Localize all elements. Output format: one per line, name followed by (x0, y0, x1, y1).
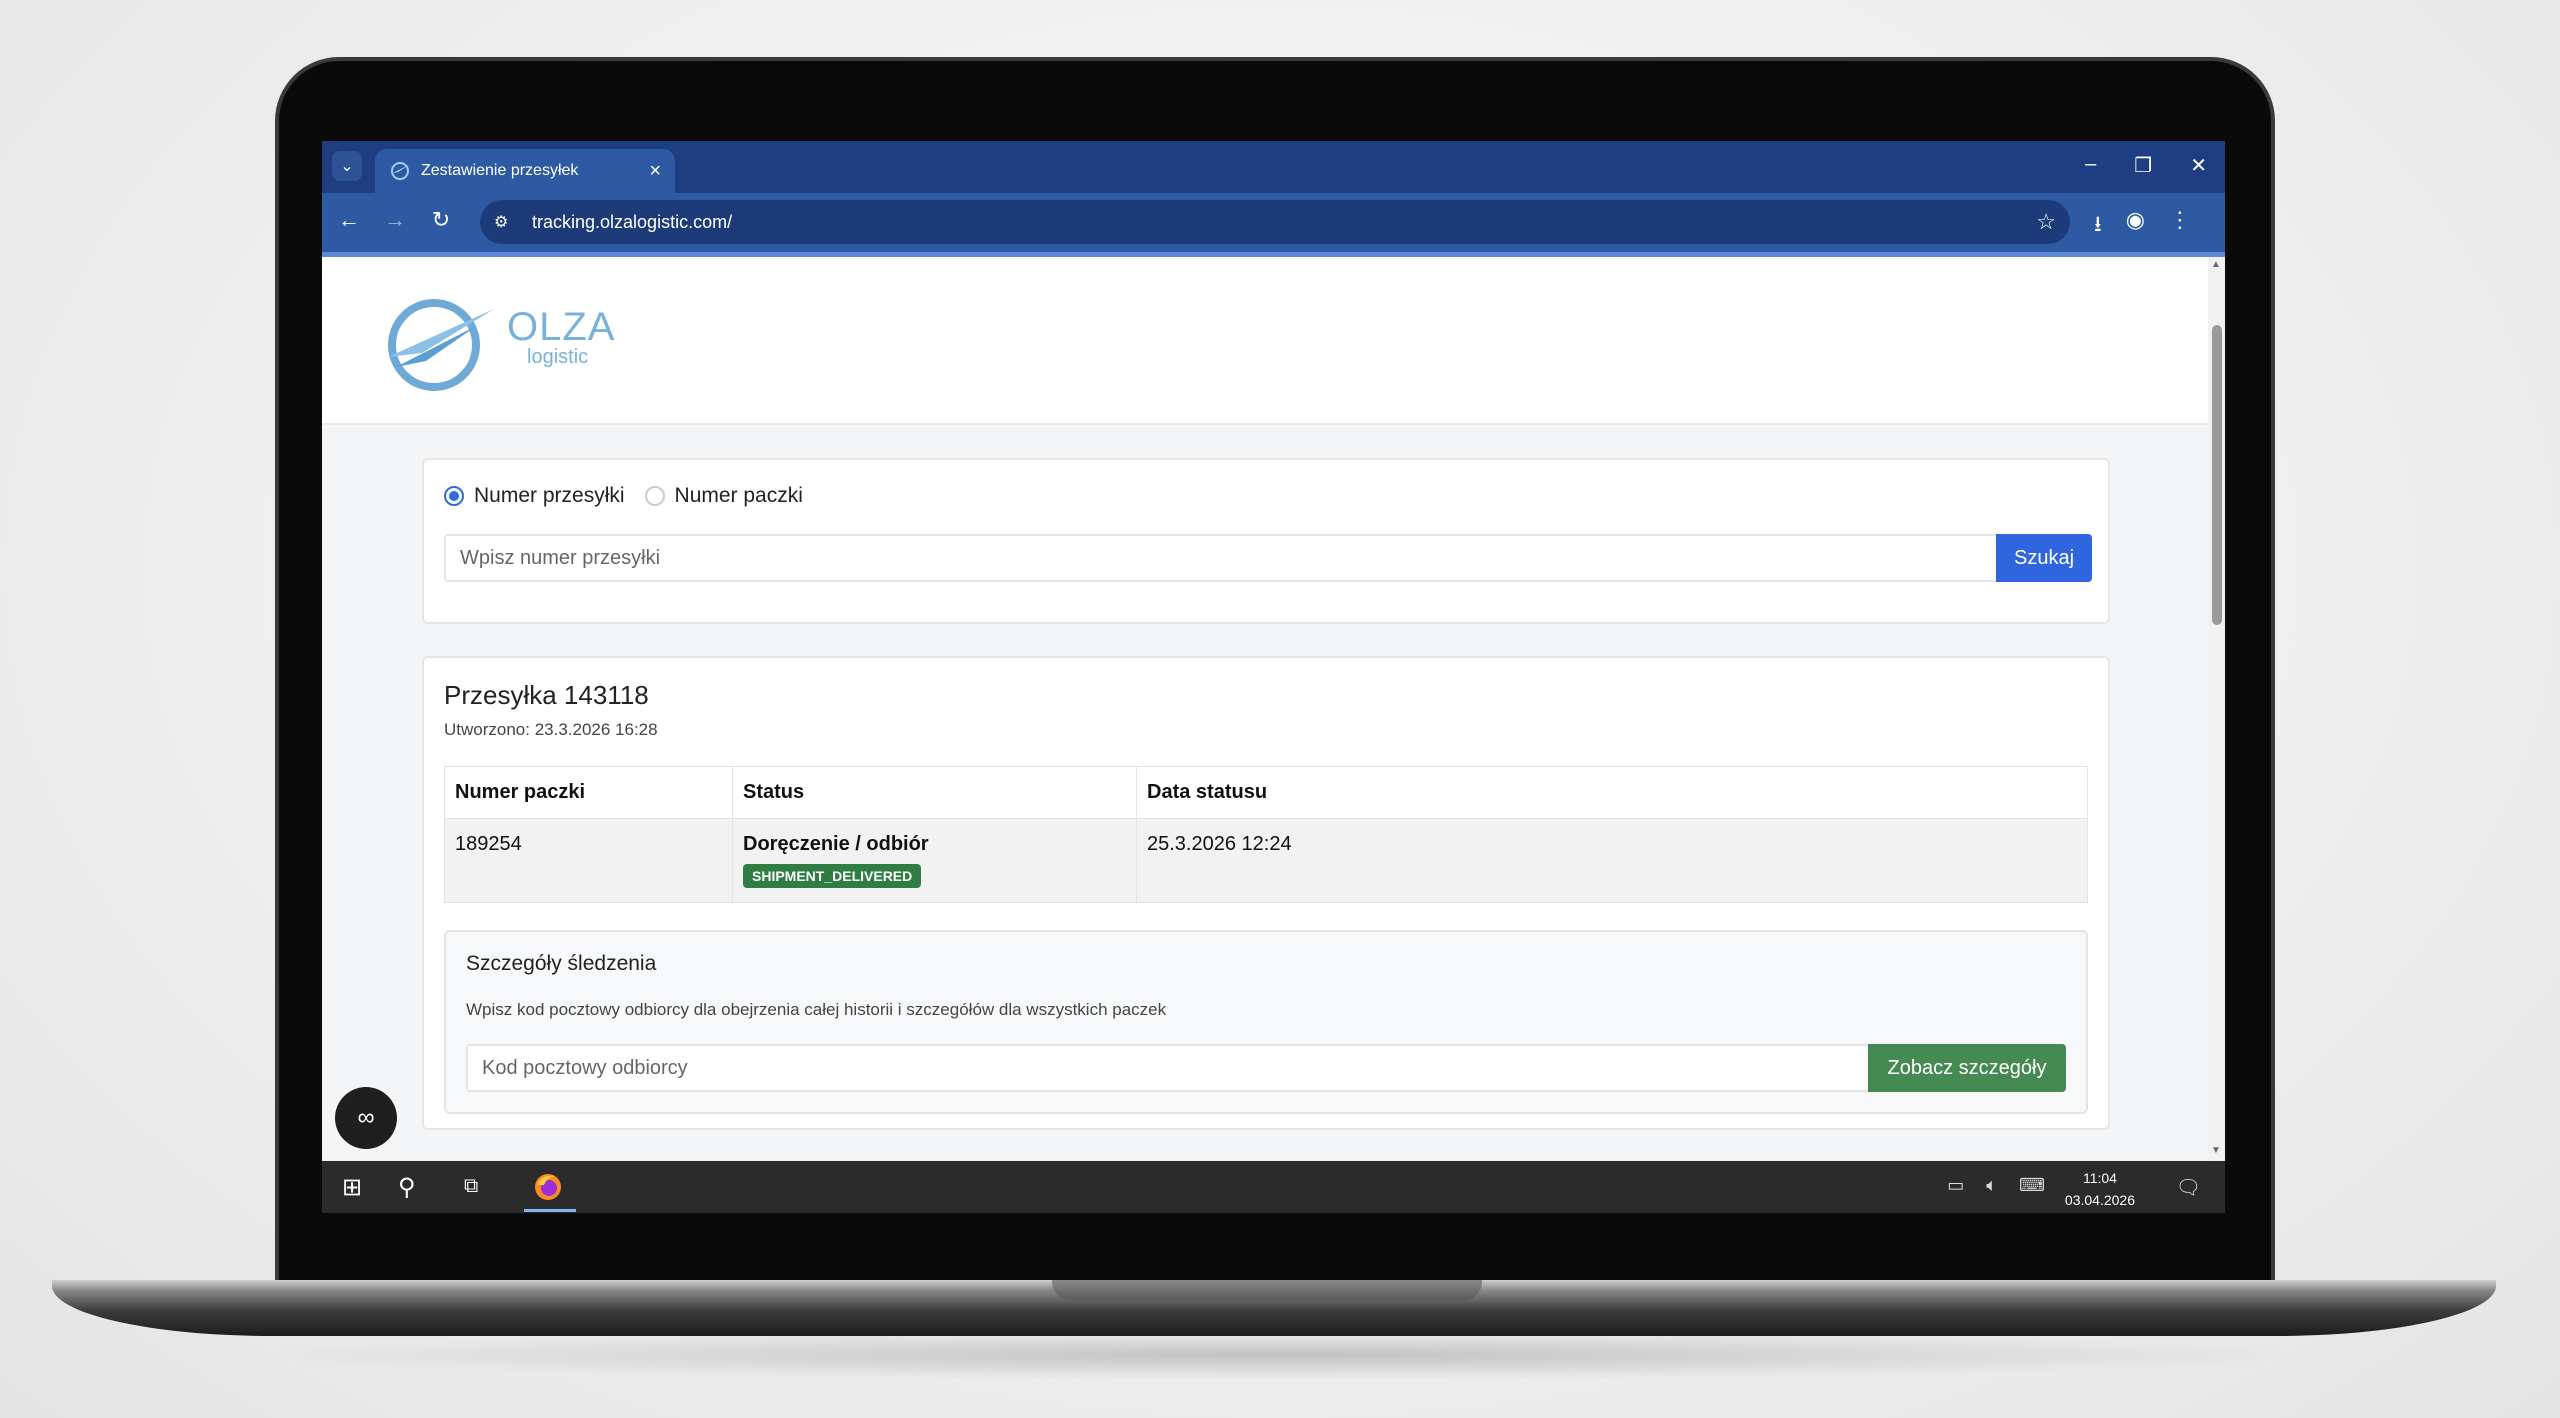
close-icon[interactable]: × (649, 160, 661, 183)
link-icon[interactable]: ∞ (335, 1087, 397, 1149)
status-cell: Doręczenie / odbiór SHIPMENT_DELIVERED (732, 818, 1137, 903)
radio-shipment-label: Numer przesyłki (474, 484, 625, 507)
logo-main-text: OLZA (507, 305, 616, 349)
radio-unchecked-icon[interactable] (644, 486, 665, 506)
laptop-notch (1052, 1280, 1482, 1300)
clock-date: 03.04.2026 (2064, 1192, 2135, 1208)
tracking-details-panel: Szczegóły śledzenia Wpisz kod pocztowy o… (444, 930, 2088, 1114)
page-content: OLZA logistic Numer przesyłki Numer pacz… (322, 257, 2208, 1161)
browser-tab-bar: ⌄ Zestawienie przesyłek × – ❐ ✕ (322, 141, 2225, 193)
scroll-down-icon[interactable]: ▼ (2211, 1145, 2221, 1156)
site-header: OLZA logistic (322, 257, 2208, 425)
search-type-radio-group: Numer przesyłki Numer paczki (444, 484, 823, 508)
packages-table: Numer paczki Status Data statusu 189254 … (444, 766, 2088, 903)
radio-package-label: Numer paczki (674, 484, 803, 507)
search-input-group: Szukaj (444, 534, 2092, 582)
details-description: Wpisz kod pocztowy odbiorcy dla obejrzen… (466, 1000, 1167, 1019)
search-button[interactable]: Szukaj (1996, 534, 2092, 582)
system-tray: ▭ 🔈︎ ⌨ (1947, 1175, 2045, 1196)
radio-package-number[interactable]: Numer paczki (644, 484, 803, 508)
close-window-icon[interactable]: ✕ (2190, 153, 2207, 178)
package-number-cell: 189254 (444, 818, 733, 903)
battery-icon[interactable]: ▭ (1947, 1175, 1964, 1196)
task-view-icon[interactable]: ⧉ (464, 1175, 478, 1198)
windows-taskbar: ⊞ ⚲ ⧉ ▭ 🔈︎ ⌨ 11:04 03.04.2026 🗨︎ (322, 1161, 2225, 1213)
notification-icon[interactable]: 🗨︎ (2176, 1175, 2201, 1200)
keyboard-icon[interactable]: ⌨ (2019, 1175, 2045, 1196)
laptop-screen: ⌄ Zestawienie przesyłek × – ❐ ✕ ← → ↻ ⚙ … (322, 141, 2225, 1213)
download-icon[interactable]: ⭳ (2094, 207, 2102, 245)
table-header-row: Numer paczki Status Data statusu (444, 766, 2088, 819)
view-details-button[interactable]: Zobacz szczegóły (1868, 1044, 2066, 1092)
clock-time: 11:04 (2082, 1170, 2117, 1186)
shipment-card: Przesyłka 143118 Utworzono: 23.3.2026 16… (422, 656, 2110, 1130)
menu-icon[interactable]: ⋮ (2169, 207, 2191, 245)
logo-wordmark[interactable]: OLZA logistic (507, 305, 615, 369)
restore-icon[interactable]: ❐ (2134, 153, 2152, 178)
scrollbar-thumb[interactable] (2212, 325, 2222, 625)
shipment-number-input[interactable] (444, 534, 1996, 582)
table-row: 189254 Doręczenie / odbiór SHIPMENT_DELI… (444, 818, 2088, 903)
window-controls: – ❐ ✕ (2085, 153, 2207, 178)
browser-tab[interactable]: Zestawienie przesyłek × (375, 149, 675, 193)
radio-shipment-number[interactable]: Numer przesyłki (444, 484, 625, 508)
column-header-status-date: Data statusu (1136, 766, 2088, 819)
status-name: Doręczenie / odbiór (743, 833, 929, 855)
browser-toolbar: ← → ↻ ⚙ tracking.olzalogistic.com/ ☆ ⭳ ◉… (322, 193, 2225, 252)
profile-icon[interactable]: ◉ (2126, 207, 2145, 245)
details-title: Szczegóły śledzenia (466, 952, 657, 975)
chevron-down-icon: ⌄ (340, 158, 354, 175)
shipment-created-date: Utworzono: 23.3.2026 16:28 (444, 720, 658, 739)
tab-title: Zestawienie przesyłek (421, 162, 579, 179)
status-badge: SHIPMENT_DELIVERED (743, 864, 922, 888)
volume-icon[interactable]: 🔈︎ (1986, 1175, 1997, 1196)
column-header-status: Status (732, 766, 1137, 819)
laptop-shadow (250, 1330, 2310, 1380)
forward-icon[interactable]: → (380, 207, 410, 233)
taskbar-active-indicator (524, 1209, 576, 1212)
column-header-package: Numer paczki (444, 766, 733, 819)
windows-start-icon[interactable]: ⊞ (342, 1173, 362, 1202)
scroll-up-icon[interactable]: ▲ (2211, 259, 2221, 270)
taskbar-clock[interactable]: 11:04 03.04.2026 (2065, 1167, 2135, 1211)
search-card: Numer przesyłki Numer paczki Szukaj (422, 458, 2110, 624)
postal-code-input[interactable] (466, 1044, 1868, 1092)
search-icon[interactable]: ⚲ (398, 1173, 416, 1202)
reload-icon[interactable]: ↻ (426, 207, 456, 233)
address-bar[interactable]: ⚙ tracking.olzalogistic.com/ ☆ (480, 200, 2070, 244)
minimize-icon[interactable]: – (2085, 153, 2096, 178)
tab-search-button[interactable]: ⌄ (332, 151, 362, 181)
url-text: tracking.olzalogistic.com/ (532, 211, 733, 232)
postal-code-input-group: Zobacz szczegóły (466, 1044, 2066, 1092)
olza-favicon-icon (391, 162, 409, 180)
radio-checked-icon[interactable] (444, 486, 464, 506)
shipment-title: Przesyłka 143118 (444, 680, 649, 710)
toolbar-actions: ⭳ ◉ ⋮ (2094, 207, 2191, 245)
status-date-cell: 25.3.2026 12:24 (1136, 818, 2088, 903)
site-settings-icon[interactable]: ⚙ (494, 212, 520, 232)
back-icon[interactable]: ← (334, 207, 364, 233)
bookmark-star-icon[interactable]: ☆ (2036, 209, 2056, 235)
page-scrollbar[interactable]: ▲ ▼ (2208, 257, 2225, 1161)
firefox-icon[interactable] (532, 1171, 564, 1203)
olza-logo-icon (388, 299, 494, 391)
